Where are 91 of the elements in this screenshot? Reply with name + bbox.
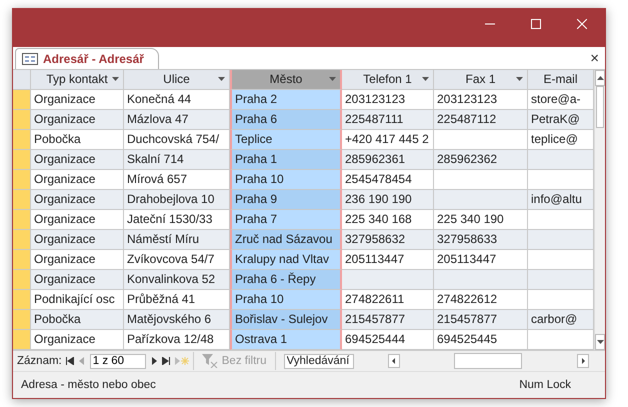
table-cell: Praha 2 <box>230 90 342 110</box>
filter-icon <box>202 354 218 368</box>
table-cell <box>528 270 594 290</box>
table-cell: Praha 10 <box>230 290 342 310</box>
close-icon[interactable] <box>577 19 587 29</box>
vertical-scrollbar[interactable] <box>594 70 605 350</box>
table-cell: Organizace <box>31 270 124 290</box>
dropdown-icon[interactable] <box>516 77 523 81</box>
table-cell: Kralupy nad Vltav <box>230 250 342 270</box>
previous-record-icon[interactable] <box>78 357 86 365</box>
table-cell: 694525445 <box>434 330 528 350</box>
table-cell: 694525444 <box>342 330 434 350</box>
table-cell: Ostrava 1 <box>230 330 342 350</box>
record-selector[interactable] <box>13 210 31 230</box>
column-header[interactable]: Telefon 1 <box>342 70 434 90</box>
table-cell: Teplice <box>230 130 342 150</box>
dropdown-icon[interactable] <box>112 77 119 81</box>
table-cell: Organizace <box>31 330 124 350</box>
table-cell: PetraK@ <box>528 110 594 130</box>
record-selector[interactable] <box>13 290 31 310</box>
table-cell: Matějovského 6 <box>124 310 230 330</box>
table-cell: Náměstí Míru <box>124 230 230 250</box>
table-cell: Zruč nad Sázavou <box>230 230 342 250</box>
record-selector[interactable] <box>13 150 31 170</box>
table-cell: info@altu <box>528 190 594 210</box>
table-cell: 225487112 <box>434 110 528 130</box>
last-record-icon[interactable] <box>162 357 171 365</box>
scroll-right-icon[interactable] <box>577 354 589 368</box>
table-cell: 215457877 <box>342 310 434 330</box>
table-cell: 285962362 <box>434 150 528 170</box>
search-field[interactable]: Vyhledávání <box>284 354 354 368</box>
record-selector[interactable] <box>13 110 31 130</box>
table-cell: Pobočka <box>31 310 124 330</box>
record-selector[interactable] <box>13 330 31 350</box>
table-cell: Praha 7 <box>230 210 342 230</box>
num-lock-indicator: Num Lock <box>519 379 571 391</box>
table-cell: Organizace <box>31 110 124 130</box>
column-header[interactable]: E-mail <box>528 70 594 90</box>
table-cell: Mázlova 47 <box>124 110 230 130</box>
table-cell: 285962361 <box>342 150 434 170</box>
horizontal-scrollbar[interactable] <box>388 353 589 369</box>
table-cell: 236 190 190 <box>342 190 434 210</box>
record-label: Záznam: <box>17 355 62 367</box>
form-icon <box>22 53 38 65</box>
record-selector[interactable] <box>13 130 31 150</box>
table-cell: Organizace <box>31 190 124 210</box>
select-all-button[interactable] <box>13 70 31 90</box>
column-header[interactable]: Město <box>230 70 342 90</box>
table-cell: Organizace <box>31 150 124 170</box>
dropdown-icon[interactable] <box>329 77 336 81</box>
record-selector[interactable] <box>13 90 31 110</box>
dropdown-icon[interactable] <box>422 77 429 81</box>
table-cell: Praha 6 <box>230 110 342 130</box>
scroll-up-icon[interactable] <box>596 76 604 80</box>
scroll-thumb[interactable] <box>454 353 522 369</box>
table-cell: Bořislav - Sulejov <box>230 310 342 330</box>
table-cell: 225487111 <box>342 110 434 130</box>
record-selector[interactable] <box>13 170 31 190</box>
record-selector[interactable] <box>13 270 31 290</box>
table-cell: Drahobejlova 10 <box>124 190 230 210</box>
record-number-field[interactable]: 1 z 60 <box>90 354 146 368</box>
record-selector[interactable] <box>13 250 31 270</box>
record-selector[interactable] <box>13 310 31 330</box>
maximize-icon[interactable] <box>531 19 541 29</box>
document-tab[interactable]: Adresář - Adresář <box>15 48 159 69</box>
table-cell: Skalní 714 <box>124 150 230 170</box>
dropdown-icon[interactable] <box>218 77 225 81</box>
scroll-thumb[interactable] <box>596 86 604 128</box>
table-cell: 215457877 <box>434 310 528 330</box>
first-record-icon[interactable] <box>66 357 74 365</box>
table-cell <box>528 230 594 250</box>
table-cell: 327958633 <box>434 230 528 250</box>
table-cell: Praha 9 <box>230 190 342 210</box>
table-cell: Praha 1 <box>230 150 342 170</box>
table-cell: Praha 6 - Řepy <box>230 270 342 290</box>
next-record-icon[interactable] <box>150 357 158 365</box>
table-cell: Konvalinkova 52 <box>124 270 230 290</box>
table-cell: carbor@ <box>528 310 594 330</box>
record-selector[interactable] <box>13 230 31 250</box>
table-cell: Organizace <box>31 230 124 250</box>
scroll-left-icon[interactable] <box>388 354 400 368</box>
table-cell: 327958632 <box>342 230 434 250</box>
table-cell: Praha 10 <box>230 170 342 190</box>
close-tab-button[interactable]: × <box>584 50 605 69</box>
record-selector[interactable] <box>13 190 31 210</box>
scroll-down-icon[interactable] <box>596 340 604 344</box>
status-text: Adresa - město nebo obec <box>21 379 156 391</box>
column-header[interactable]: Ulice <box>124 70 230 90</box>
column-header[interactable]: Typ kontakt <box>31 70 124 90</box>
column-header[interactable]: Fax 1 <box>434 70 528 90</box>
table-cell <box>528 150 594 170</box>
